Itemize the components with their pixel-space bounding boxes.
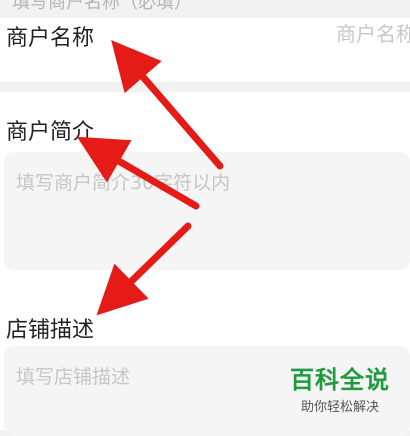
- merchant-intro-label: 商户简介: [6, 120, 95, 145]
- merchant-name-label: 商户名称: [6, 26, 95, 51]
- watermark-subtitle: 助你轻松解决: [300, 400, 379, 415]
- store-description-label: 店铺描述: [6, 318, 95, 343]
- merchant-name-input[interactable]: [336, 20, 410, 48]
- top-strip: 填写商户名称（必填）: [0, 0, 410, 18]
- watermark-logo: 百科全说 助你轻松解决: [282, 366, 398, 420]
- merchant-intro-textarea[interactable]: [4, 152, 410, 270]
- top-cut-text: 填写商户名称（必填）: [12, 0, 192, 13]
- watermark-title: 百科全说: [290, 366, 390, 394]
